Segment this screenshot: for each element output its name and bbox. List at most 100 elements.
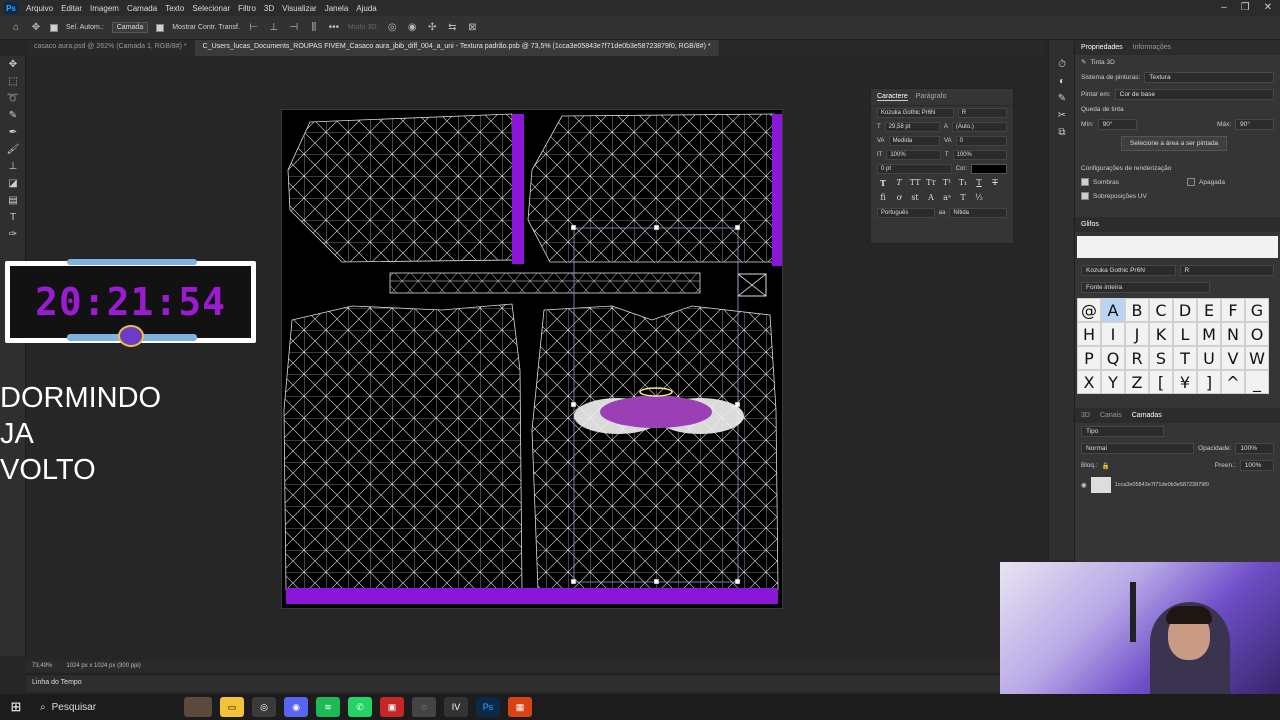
antialias-dropdown[interactable]: Nítida — [949, 208, 1007, 218]
spotify-icon[interactable]: ≋ — [316, 697, 340, 717]
distribute-icon[interactable]: ⫼ — [308, 22, 320, 34]
horizontal-scale-field[interactable]: 100% — [952, 150, 1008, 160]
glyph-cell[interactable]: F — [1221, 298, 1245, 322]
font-family-dropdown[interactable]: Kozuka Gothic Pr6N — [877, 108, 954, 118]
lasso-tool-icon[interactable]: ➰ — [0, 90, 26, 107]
history-icon[interactable]: ⏱ — [1049, 56, 1075, 73]
tab-3d[interactable]: 3D — [1081, 412, 1090, 419]
fill-field[interactable]: 100% — [1239, 460, 1274, 471]
superscript-icon[interactable]: T¹ — [941, 178, 953, 189]
glyph-font-dropdown[interactable]: Kozuka Gothic Pr6N — [1081, 265, 1176, 276]
glyph-cell[interactable]: E — [1197, 298, 1221, 322]
layer-name[interactable]: 1cca3e05843e7f71de0b3e58723879f0 — [1115, 482, 1209, 488]
menu-texto[interactable]: Texto — [161, 4, 188, 13]
font-size-field[interactable]: 29,58 pt — [884, 122, 940, 132]
mascot-image-icon[interactable] — [184, 697, 212, 717]
close-icon[interactable]: ✕ — [1264, 2, 1272, 13]
brush-settings-icon[interactable]: ✎ — [1049, 90, 1075, 107]
glyph-cell[interactable]: J — [1125, 322, 1149, 346]
menu-selecionar[interactable]: Selecionar — [188, 4, 234, 13]
tracking-field[interactable]: 0 — [955, 136, 1007, 146]
glyph-cell[interactable]: _ — [1245, 370, 1269, 394]
max-field[interactable]: 90° — [1235, 119, 1274, 130]
marquee-tool-icon[interactable]: ⬚ — [0, 73, 26, 90]
bold-icon[interactable]: T — [877, 178, 889, 189]
glyph-cell[interactable]: I — [1101, 322, 1125, 346]
slide-3d-icon[interactable]: ⇆ — [446, 22, 458, 34]
glyph-cell[interactable]: T — [1173, 346, 1197, 370]
stamp-tool-icon[interactable]: ⊥ — [0, 158, 26, 175]
alternates-icon[interactable]: A — [925, 193, 937, 204]
roll-3d-icon[interactable]: ◉ — [406, 22, 418, 34]
select-area-button[interactable]: Selecione a área a ser pintada — [1121, 136, 1228, 151]
tab-paragraph[interactable]: Parágrafo — [916, 93, 947, 101]
glyph-cell-selected[interactable]: A — [1101, 298, 1125, 322]
fractions-icon[interactable]: ½ — [973, 193, 985, 204]
color-swatch[interactable] — [971, 164, 1007, 174]
auto-select-checkbox[interactable] — [50, 23, 58, 32]
tab-glyphs[interactable]: Glifos — [1081, 221, 1099, 228]
italic-icon[interactable]: T — [893, 178, 905, 189]
whatsapp-icon[interactable]: ✆ — [348, 697, 372, 717]
windows-start-icon[interactable]: ⊞ — [0, 694, 32, 720]
type-tool-icon[interactable]: T — [0, 209, 26, 226]
auto-select-dropdown[interactable]: Camada — [111, 22, 149, 33]
ligature-icon[interactable]: fi — [877, 193, 889, 204]
orbit-3d-icon[interactable]: ◎ — [386, 22, 398, 34]
glyph-cell[interactable]: X — [1077, 370, 1101, 394]
glyph-cell[interactable]: D — [1173, 298, 1197, 322]
menu-camada[interactable]: Camada — [123, 4, 161, 13]
restore-icon[interactable]: ❐ — [1241, 2, 1250, 13]
chrome-icon[interactable]: ◎ — [252, 697, 276, 717]
paint-on-dropdown[interactable]: Cor de base — [1114, 89, 1274, 100]
tab-properties[interactable]: Propriedades — [1081, 44, 1123, 51]
glyph-cell[interactable]: U — [1197, 346, 1221, 370]
glyph-cell[interactable]: C — [1149, 298, 1173, 322]
tab-character[interactable]: Caractere — [877, 93, 908, 101]
show-transform-checkbox[interactable] — [156, 23, 165, 32]
glyph-cell[interactable]: N — [1221, 322, 1245, 346]
glyph-cell[interactable]: R — [1125, 346, 1149, 370]
min-field[interactable]: 90° — [1097, 119, 1137, 130]
uv-texture-canvas[interactable] — [281, 109, 783, 609]
leading-field[interactable]: (Auto.) — [951, 122, 1007, 132]
layer-filter-dropdown[interactable]: Tipo — [1081, 426, 1165, 437]
zoom-level[interactable]: 73,49% — [32, 663, 52, 669]
eraser-tool-icon[interactable]: ◪ — [0, 175, 26, 192]
menu-editar[interactable]: Editar — [57, 4, 86, 13]
align-center-icon[interactable]: ⊥ — [268, 22, 280, 34]
pen-tool-icon[interactable]: ✑ — [0, 226, 26, 243]
adjustments-icon[interactable]: ◐ — [1049, 73, 1075, 90]
strikethrough-icon[interactable]: T — [989, 178, 1001, 189]
obs-icon[interactable]: ◌ — [412, 697, 436, 717]
openiv-icon[interactable]: IV — [444, 697, 468, 717]
tab-channels[interactable]: Canais — [1100, 412, 1122, 419]
glyph-cell[interactable]: Y — [1101, 370, 1125, 394]
menu-imagem[interactable]: Imagem — [86, 4, 123, 13]
menu-arquivo[interactable]: Arquivo — [22, 4, 57, 13]
quick-select-tool-icon[interactable]: ✎ — [0, 107, 26, 124]
font-style-dropdown[interactable]: R — [957, 108, 1007, 118]
swash-icon[interactable]: st — [909, 193, 921, 204]
faded-checkbox[interactable] — [1187, 178, 1196, 186]
voicemeeter-icon[interactable]: ▣ — [380, 697, 404, 717]
glyph-cell[interactable]: Z — [1125, 370, 1149, 394]
taskbar-search[interactable]: ⌕ Pesquisar — [32, 694, 180, 720]
align-right-icon[interactable]: ⊣ — [288, 22, 300, 34]
lock-icon[interactable]: 🔒 — [1102, 462, 1110, 470]
glyph-cell[interactable]: ] — [1197, 370, 1221, 394]
tab-textura-padrao[interactable]: C_Users_lucas_Documents_ROUPAS FIVEM_Cas… — [194, 40, 719, 56]
move-tool-icon[interactable]: ✥ — [0, 56, 26, 73]
glyph-style-dropdown[interactable]: R — [1179, 265, 1274, 276]
old-style-icon[interactable]: ơ — [893, 193, 905, 204]
glyph-cell[interactable]: ¥ — [1173, 370, 1197, 394]
move-tool-icon[interactable]: ✥ — [30, 22, 42, 34]
shadows-checkbox[interactable] — [1081, 178, 1089, 186]
vertical-scale-field[interactable]: 100% — [886, 150, 941, 160]
small-caps-icon[interactable]: Tт — [925, 178, 937, 189]
align-left-icon[interactable]: ⊢ — [248, 22, 260, 34]
pan-3d-icon[interactable]: ✣ — [426, 22, 438, 34]
titling-icon[interactable]: aᵃ — [941, 193, 953, 204]
blend-mode-dropdown[interactable]: Normal — [1081, 443, 1195, 454]
menu-visualizar[interactable]: Visualizar — [278, 4, 321, 13]
